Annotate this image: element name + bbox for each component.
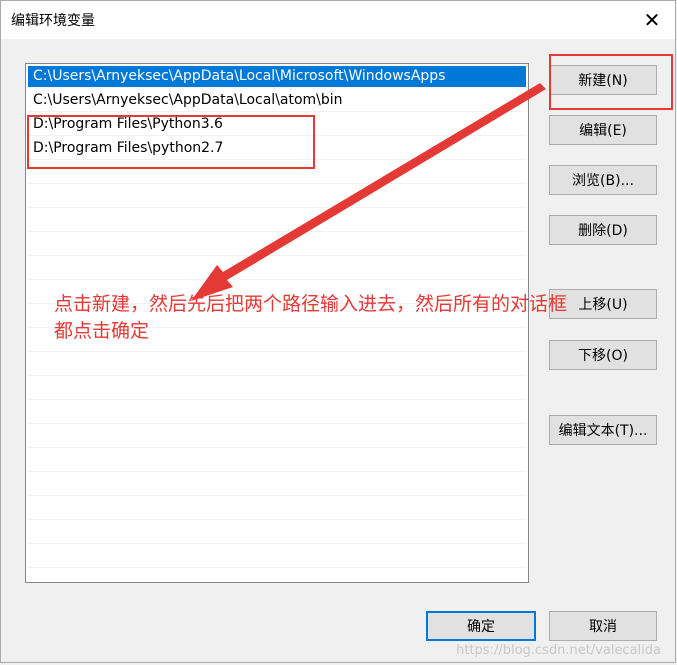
watermark: https://blog.csdn.net/valecalida: [456, 643, 661, 658]
edit-env-var-dialog: 编辑环境变量 ✕ C:\Users\Arnyeksec\AppData\Loca…: [0, 0, 676, 663]
annotation-text: 点击新建，然后先后把两个路径输入进去，然后所有的对话框 都点击确定: [54, 293, 568, 342]
arrow-shape: [191, 83, 546, 301]
